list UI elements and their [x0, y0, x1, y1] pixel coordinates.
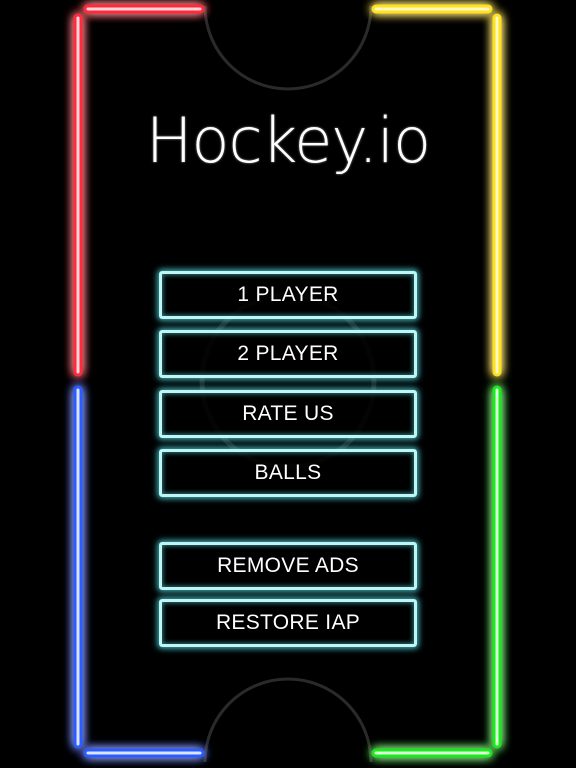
game-title: Hockey.io: [145, 104, 431, 177]
restore-iap-button[interactable]: RESTORE IAP: [159, 599, 417, 647]
balls-button[interactable]: BALLS: [159, 449, 417, 497]
bottom-goal-arc: [203, 677, 373, 763]
remove-ads-button[interactable]: REMOVE ADS: [159, 542, 417, 590]
top-goal-arc: [203, 5, 373, 91]
one-player-button[interactable]: 1 PLAYER: [159, 271, 417, 319]
rate-us-button[interactable]: RATE US: [159, 390, 417, 438]
two-player-button[interactable]: 2 PLAYER: [159, 330, 417, 378]
